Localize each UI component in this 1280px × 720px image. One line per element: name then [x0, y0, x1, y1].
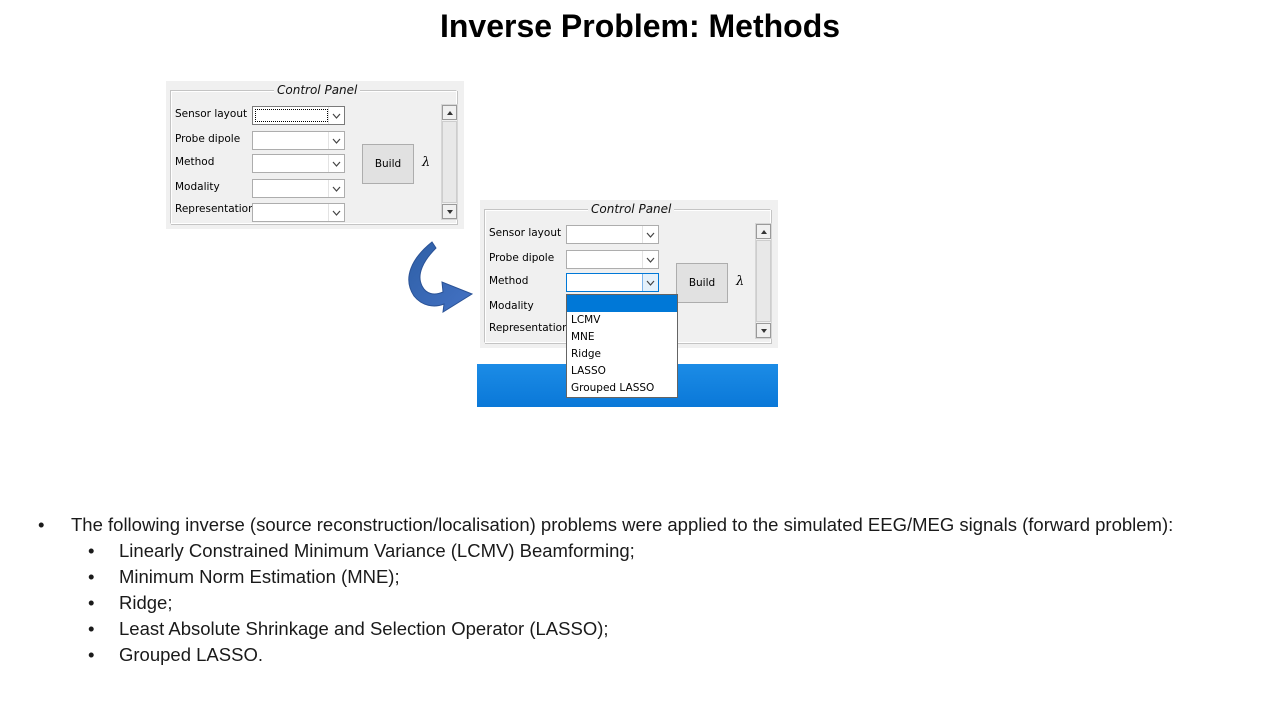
bullet-dot: • [88, 566, 95, 587]
sensor-layout-select[interactable] [566, 225, 659, 244]
bullet-text: Least Absolute Shrinkage and Selection O… [119, 618, 609, 639]
bullet-item: • Grouped LASSO. [38, 642, 1268, 668]
method-dropdown-list[interactable]: LCMV MNE Ridge LASSO Grouped LASSO [566, 294, 678, 398]
panel-legend: Control Panel [274, 83, 361, 97]
bullet-item: • Ridge; [38, 590, 1268, 616]
probe-dipole-select[interactable] [566, 250, 659, 269]
slider-thumb[interactable] [442, 121, 457, 203]
build-button[interactable]: Build [362, 144, 414, 184]
bullet-item: • Least Absolute Shrinkage and Selection… [38, 616, 1268, 642]
bullet-item: • Minimum Norm Estimation (MNE); [38, 564, 1268, 590]
sensor-layout-label: Sensor layout [489, 227, 562, 239]
probe-dipole-label: Probe dipole [489, 252, 555, 264]
sensor-layout-select[interactable] [252, 106, 345, 125]
representation-label: Representation [489, 322, 569, 334]
bullet-dot: • [88, 618, 95, 639]
modality-label: Modality [175, 181, 220, 193]
build-button[interactable]: Build [676, 263, 728, 303]
chevron-down-icon[interactable] [642, 274, 658, 291]
representation-label: Representation [175, 203, 255, 215]
chevron-down-icon[interactable] [642, 251, 658, 268]
dropdown-option-blank[interactable] [567, 295, 677, 312]
chevron-down-icon[interactable] [328, 180, 344, 197]
page-title: Inverse Problem: Methods [439, 8, 841, 44]
scroll-up-icon[interactable] [756, 224, 771, 239]
bullet-text: Ridge; [119, 592, 173, 613]
bullet-item: • Linearly Constrained Minimum Variance … [38, 538, 1268, 564]
focus-rect [255, 109, 328, 122]
bullet-dot: • [88, 644, 95, 665]
scroll-down-icon[interactable] [756, 323, 771, 338]
methods-bullet-list: • The following inverse (source reconstr… [38, 512, 1268, 668]
control-panel-before: Control Panel Sensor layout Probe dipole… [166, 81, 464, 229]
curved-arrow-icon [408, 241, 474, 313]
dropdown-option-ridge[interactable]: Ridge [567, 346, 677, 363]
bullet-text: Minimum Norm Estimation (MNE); [119, 566, 400, 587]
dropdown-option-grouped-lasso[interactable]: Grouped LASSO [567, 380, 677, 397]
lambda-slider[interactable] [755, 223, 772, 339]
chevron-down-icon[interactable] [328, 204, 344, 221]
lambda-slider[interactable] [441, 104, 458, 220]
method-select[interactable] [566, 273, 659, 292]
chevron-down-icon[interactable] [642, 226, 658, 243]
dropdown-option-lasso[interactable]: LASSO [567, 363, 677, 380]
panel-legend: Control Panel [588, 202, 675, 216]
method-label: Method [489, 275, 529, 287]
bullet-dot: • [88, 540, 95, 561]
scroll-down-icon[interactable] [442, 204, 457, 219]
sensor-layout-label: Sensor layout [175, 108, 248, 120]
bullet-dot: • [38, 514, 45, 535]
chevron-down-icon[interactable] [328, 132, 344, 149]
chevron-down-icon[interactable] [328, 107, 344, 124]
method-select[interactable] [252, 154, 345, 173]
bullet-text: Linearly Constrained Minimum Variance (L… [119, 540, 635, 561]
bullet-intro: • The following inverse (source reconstr… [38, 512, 1268, 538]
representation-select[interactable] [252, 203, 345, 222]
bullet-text: Grouped LASSO. [119, 644, 263, 665]
dropdown-option-lcmv[interactable]: LCMV [567, 312, 677, 329]
chevron-down-icon[interactable] [328, 155, 344, 172]
slider-thumb[interactable] [756, 240, 771, 322]
method-label: Method [175, 156, 215, 168]
lambda-label: λ [736, 274, 745, 289]
modality-select[interactable] [252, 179, 345, 198]
modality-label: Modality [489, 300, 534, 312]
dropdown-option-mne[interactable]: MNE [567, 329, 677, 346]
probe-dipole-select[interactable] [252, 131, 345, 150]
lambda-label: λ [422, 155, 431, 170]
bullet-text: The following inverse (source reconstruc… [71, 514, 1174, 535]
scroll-up-icon[interactable] [442, 105, 457, 120]
bullet-dot: • [88, 592, 95, 613]
probe-dipole-label: Probe dipole [175, 133, 241, 145]
